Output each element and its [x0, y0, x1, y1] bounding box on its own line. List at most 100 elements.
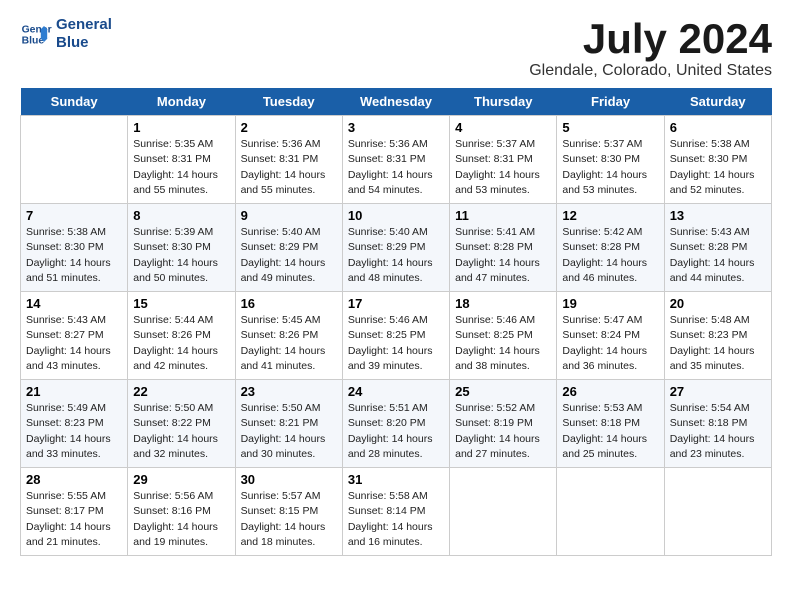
calendar-day-cell: 6 Sunrise: 5:38 AM Sunset: 8:30 PM Daylig… — [664, 116, 771, 204]
day-number: 31 — [348, 472, 444, 487]
day-number: 6 — [670, 120, 766, 135]
calendar-day-cell: 21 Sunrise: 5:49 AM Sunset: 8:23 PM Dayli… — [21, 380, 128, 468]
day-info: Sunrise: 5:37 AM Sunset: 8:30 PM Dayligh… — [562, 137, 658, 198]
day-number: 23 — [241, 384, 337, 399]
day-number: 14 — [26, 296, 122, 311]
calendar-day-cell: 23 Sunrise: 5:50 AM Sunset: 8:21 PM Dayli… — [235, 380, 342, 468]
day-info: Sunrise: 5:36 AM Sunset: 8:31 PM Dayligh… — [348, 137, 444, 198]
weekday-header: Thursday — [450, 88, 557, 116]
day-number: 26 — [562, 384, 658, 399]
day-number: 27 — [670, 384, 766, 399]
day-info: Sunrise: 5:38 AM Sunset: 8:30 PM Dayligh… — [26, 225, 122, 286]
header: General Blue General Blue July 2024 Glen… — [20, 16, 772, 80]
calendar-day-cell: 11 Sunrise: 5:41 AM Sunset: 8:28 PM Dayli… — [450, 204, 557, 292]
calendar-day-cell: 3 Sunrise: 5:36 AM Sunset: 8:31 PM Daylig… — [342, 116, 449, 204]
day-number: 19 — [562, 296, 658, 311]
calendar-week-row: 1 Sunrise: 5:35 AM Sunset: 8:31 PM Daylig… — [21, 116, 772, 204]
day-number: 3 — [348, 120, 444, 135]
calendar-day-cell: 4Sunrise: 5:37 AM Sunset: 8:31 PM Daylig… — [450, 116, 557, 204]
day-info: Sunrise: 5:40 AM Sunset: 8:29 PM Dayligh… — [348, 225, 444, 286]
day-info: Sunrise: 5:50 AM Sunset: 8:22 PM Dayligh… — [133, 401, 229, 462]
logo-icon: General Blue — [20, 18, 52, 50]
calendar-day-cell: 8Sunrise: 5:39 AM Sunset: 8:30 PM Daylig… — [128, 204, 235, 292]
day-number: 13 — [670, 208, 766, 223]
day-info: Sunrise: 5:35 AM Sunset: 8:31 PM Dayligh… — [133, 137, 229, 198]
calendar-day-cell: 1 Sunrise: 5:35 AM Sunset: 8:31 PM Daylig… — [128, 116, 235, 204]
day-number: 28 — [26, 472, 122, 487]
day-info: Sunrise: 5:39 AM Sunset: 8:30 PM Dayligh… — [133, 225, 229, 286]
calendar-day-cell: 27 Sunrise: 5:54 AM Sunset: 8:18 PM Dayli… — [664, 380, 771, 468]
calendar-day-cell: 12 Sunrise: 5:42 AM Sunset: 8:28 PM Dayli… — [557, 204, 664, 292]
calendar-day-cell: 24Sunrise: 5:51 AM Sunset: 8:20 PM Dayli… — [342, 380, 449, 468]
calendar-day-cell: 25 Sunrise: 5:52 AM Sunset: 8:19 PM Dayli… — [450, 380, 557, 468]
logo: General Blue General Blue — [20, 16, 112, 52]
calendar-header: SundayMondayTuesdayWednesdayThursdayFrid… — [21, 88, 772, 116]
day-info: Sunrise: 5:36 AM Sunset: 8:31 PM Dayligh… — [241, 137, 337, 198]
svg-text:General: General — [22, 24, 52, 35]
day-number: 1 — [133, 120, 229, 135]
calendar-day-cell: 5Sunrise: 5:37 AM Sunset: 8:30 PM Daylig… — [557, 116, 664, 204]
day-info: Sunrise: 5:58 AM Sunset: 8:14 PM Dayligh… — [348, 489, 444, 550]
day-info: Sunrise: 5:54 AM Sunset: 8:18 PM Dayligh… — [670, 401, 766, 462]
weekday-header: Tuesday — [235, 88, 342, 116]
day-number: 17 — [348, 296, 444, 311]
calendar-day-cell — [664, 468, 771, 556]
logo-text-line1: General — [56, 16, 112, 34]
calendar-day-cell: 16Sunrise: 5:45 AM Sunset: 8:26 PM Dayli… — [235, 292, 342, 380]
day-info: Sunrise: 5:42 AM Sunset: 8:28 PM Dayligh… — [562, 225, 658, 286]
day-info: Sunrise: 5:53 AM Sunset: 8:18 PM Dayligh… — [562, 401, 658, 462]
calendar-week-row: 7 Sunrise: 5:38 AM Sunset: 8:30 PM Daylig… — [21, 204, 772, 292]
day-number: 24 — [348, 384, 444, 399]
calendar-day-cell — [450, 468, 557, 556]
day-info: Sunrise: 5:55 AM Sunset: 8:17 PM Dayligh… — [26, 489, 122, 550]
weekday-header: Monday — [128, 88, 235, 116]
day-info: Sunrise: 5:43 AM Sunset: 8:28 PM Dayligh… — [670, 225, 766, 286]
day-info: Sunrise: 5:46 AM Sunset: 8:25 PM Dayligh… — [348, 313, 444, 374]
day-info: Sunrise: 5:49 AM Sunset: 8:23 PM Dayligh… — [26, 401, 122, 462]
calendar-day-cell: 22 Sunrise: 5:50 AM Sunset: 8:22 PM Dayli… — [128, 380, 235, 468]
day-number: 11 — [455, 208, 551, 223]
day-number: 16 — [241, 296, 337, 311]
calendar-week-row: 28 Sunrise: 5:55 AM Sunset: 8:17 PM Dayli… — [21, 468, 772, 556]
title-block: July 2024 Glendale, Colorado, United Sta… — [529, 16, 772, 80]
weekday-header: Friday — [557, 88, 664, 116]
weekday-header: Wednesday — [342, 88, 449, 116]
calendar-week-row: 21 Sunrise: 5:49 AM Sunset: 8:23 PM Dayli… — [21, 380, 772, 468]
day-info: Sunrise: 5:40 AM Sunset: 8:29 PM Dayligh… — [241, 225, 337, 286]
day-info: Sunrise: 5:52 AM Sunset: 8:19 PM Dayligh… — [455, 401, 551, 462]
calendar-day-cell: 15 Sunrise: 5:44 AM Sunset: 8:26 PM Dayli… — [128, 292, 235, 380]
day-number: 4 — [455, 120, 551, 135]
day-info: Sunrise: 5:44 AM Sunset: 8:26 PM Dayligh… — [133, 313, 229, 374]
day-number: 10 — [348, 208, 444, 223]
day-number: 20 — [670, 296, 766, 311]
calendar-day-cell: 2 Sunrise: 5:36 AM Sunset: 8:31 PM Daylig… — [235, 116, 342, 204]
calendar-week-row: 14Sunrise: 5:43 AM Sunset: 8:27 PM Dayli… — [21, 292, 772, 380]
calendar-day-cell: 7 Sunrise: 5:38 AM Sunset: 8:30 PM Daylig… — [21, 204, 128, 292]
location: Glendale, Colorado, United States — [529, 62, 772, 80]
calendar-day-cell: 31 Sunrise: 5:58 AM Sunset: 8:14 PM Dayli… — [342, 468, 449, 556]
calendar-day-cell: 9Sunrise: 5:40 AM Sunset: 8:29 PM Daylig… — [235, 204, 342, 292]
day-info: Sunrise: 5:50 AM Sunset: 8:21 PM Dayligh… — [241, 401, 337, 462]
weekday-header: Saturday — [664, 88, 771, 116]
day-info: Sunrise: 5:48 AM Sunset: 8:23 PM Dayligh… — [670, 313, 766, 374]
day-number: 18 — [455, 296, 551, 311]
calendar-day-cell: 17 Sunrise: 5:46 AM Sunset: 8:25 PM Dayli… — [342, 292, 449, 380]
day-info: Sunrise: 5:38 AM Sunset: 8:30 PM Dayligh… — [670, 137, 766, 198]
day-number: 29 — [133, 472, 229, 487]
day-number: 30 — [241, 472, 337, 487]
calendar-day-cell: 30Sunrise: 5:57 AM Sunset: 8:15 PM Dayli… — [235, 468, 342, 556]
day-number: 12 — [562, 208, 658, 223]
calendar-day-cell: 14Sunrise: 5:43 AM Sunset: 8:27 PM Dayli… — [21, 292, 128, 380]
day-number: 2 — [241, 120, 337, 135]
day-number: 25 — [455, 384, 551, 399]
day-info: Sunrise: 5:41 AM Sunset: 8:28 PM Dayligh… — [455, 225, 551, 286]
day-number: 15 — [133, 296, 229, 311]
day-number: 7 — [26, 208, 122, 223]
calendar-day-cell: 29 Sunrise: 5:56 AM Sunset: 8:16 PM Dayli… — [128, 468, 235, 556]
calendar-day-cell: 19Sunrise: 5:47 AM Sunset: 8:24 PM Dayli… — [557, 292, 664, 380]
day-info: Sunrise: 5:56 AM Sunset: 8:16 PM Dayligh… — [133, 489, 229, 550]
calendar-day-cell: 26 Sunrise: 5:53 AM Sunset: 8:18 PM Dayli… — [557, 380, 664, 468]
day-number: 22 — [133, 384, 229, 399]
weekday-header: Sunday — [21, 88, 128, 116]
day-number: 21 — [26, 384, 122, 399]
